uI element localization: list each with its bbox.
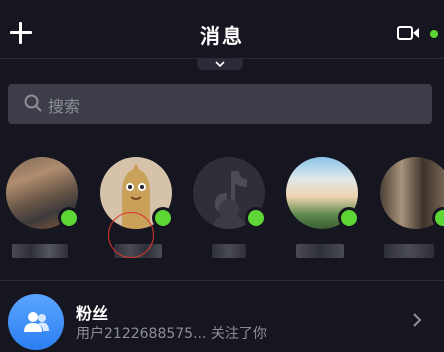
search-placeholder: 搜索 — [48, 97, 81, 116]
page-title: 消息 — [200, 24, 244, 48]
contact-avatar[interactable] — [380, 157, 444, 229]
contact-name — [296, 244, 344, 258]
users-icon — [24, 312, 49, 332]
online-indicator — [432, 207, 444, 229]
contact-avatar[interactable] — [6, 157, 80, 229]
online-indicator — [152, 207, 174, 229]
contact-name — [384, 244, 434, 258]
online-indicator — [338, 207, 360, 229]
contact-name — [12, 244, 68, 258]
fans-title: 粉丝 — [76, 304, 109, 323]
search-icon — [24, 94, 42, 116]
status-dot — [430, 30, 438, 38]
fans-avatar — [8, 294, 64, 350]
contact-avatar[interactable] — [193, 157, 267, 229]
annotation-circle — [108, 212, 154, 258]
online-indicator — [245, 207, 267, 229]
chevron-down-icon — [215, 61, 225, 68]
chevron-right-icon — [413, 313, 422, 327]
fans-notification-row[interactable]: 粉丝 用户2122688575... 关注了你 — [0, 290, 444, 352]
video-camera-icon[interactable] — [397, 24, 419, 44]
online-indicator — [58, 207, 80, 229]
contact-avatar[interactable] — [286, 157, 360, 229]
contact-name — [212, 244, 246, 258]
fans-subtitle: 用户2122688575... 关注了你 — [76, 326, 267, 342]
divider — [0, 280, 444, 281]
collapse-toggle[interactable] — [197, 58, 243, 70]
search-input[interactable]: 搜索 — [8, 84, 432, 124]
